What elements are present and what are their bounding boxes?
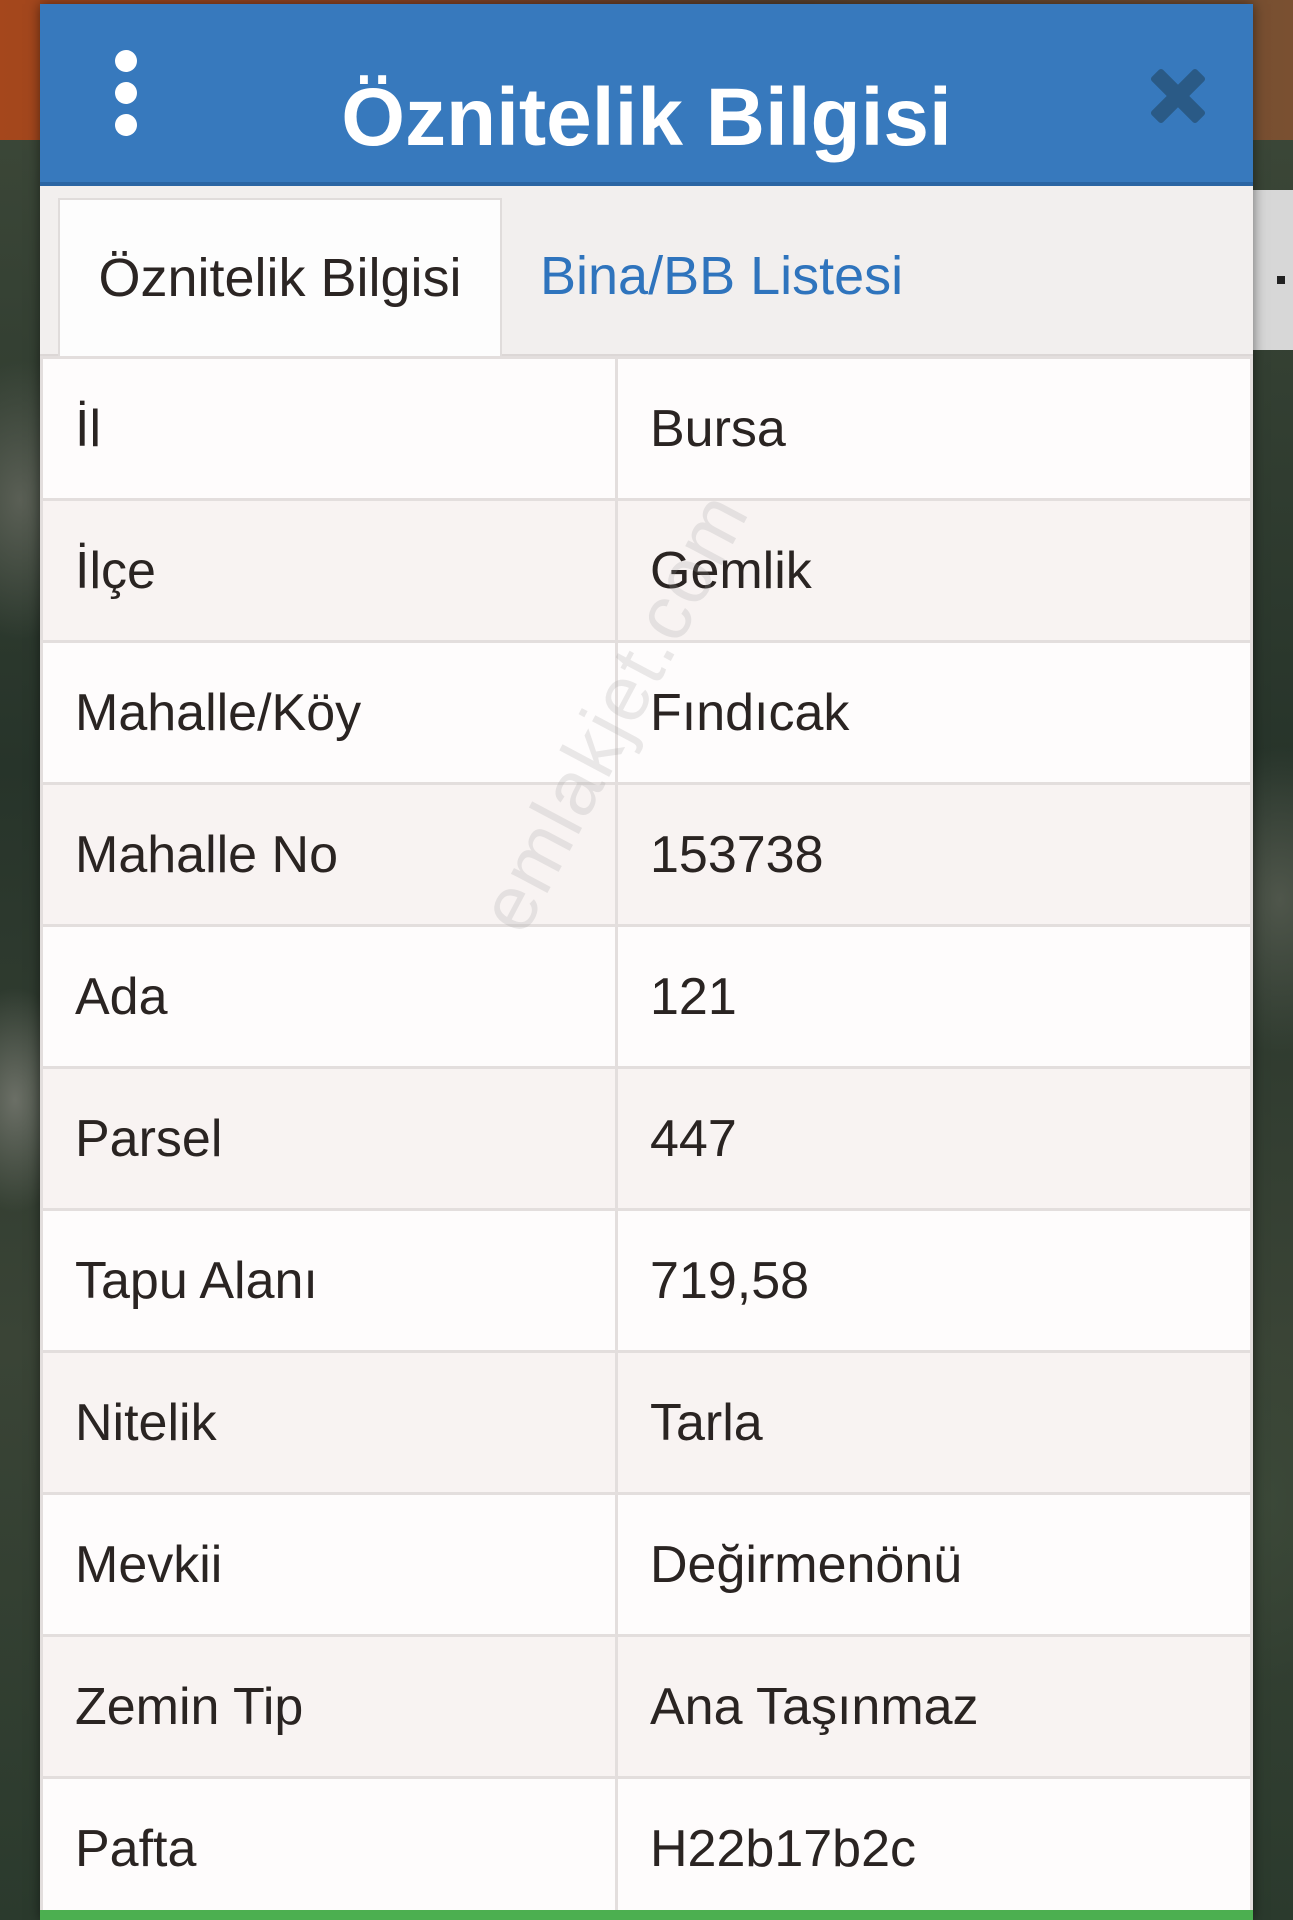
attribute-value: H22b17b2c [615, 1776, 1253, 1920]
attribute-value: Tarla [615, 1350, 1253, 1495]
tab-bar: Öznitelik Bilgisi Bina/BB Listesi [40, 186, 1253, 356]
attribute-value: Gemlik [615, 498, 1253, 643]
attribute-info-dialog: Öznitelik Bilgisi Öznitelik Bilgisi Bina… [40, 4, 1253, 1920]
attribute-value: 719,58 [615, 1208, 1253, 1353]
table-row: Mahalle/Köy Fındıcak [40, 640, 1253, 785]
table-row: İlçe Gemlik [40, 498, 1253, 643]
attribute-table: İl Bursa İlçe Gemlik Mahalle/Köy Fındıca… [40, 356, 1253, 1920]
attribute-value: Ana Taşınmaz [615, 1634, 1253, 1779]
attribute-key: Parsel [40, 1066, 618, 1211]
attribute-key: Zemin Tip [40, 1634, 618, 1779]
attribute-value: 447 [615, 1066, 1253, 1211]
attribute-value: 121 [615, 924, 1253, 1069]
attribute-key: Pafta [40, 1776, 618, 1920]
dialog-footer-bar [40, 1910, 1253, 1920]
table-row: Pafta H22b17b2c [40, 1776, 1253, 1920]
tab-building-list[interactable]: Bina/BB Listesi [540, 198, 903, 354]
attribute-value: 153738 [615, 782, 1253, 927]
map-side-marker [1277, 276, 1285, 284]
tab-attribute-info[interactable]: Öznitelik Bilgisi [58, 198, 502, 356]
dialog-header: Öznitelik Bilgisi [40, 4, 1253, 186]
attribute-value: Fındıcak [615, 640, 1253, 785]
attribute-value: Bursa [615, 356, 1253, 501]
attribute-value: Değirmenönü [615, 1492, 1253, 1637]
table-row: Nitelik Tarla [40, 1350, 1253, 1495]
attribute-key: Tapu Alanı [40, 1208, 618, 1353]
attribute-key: İl [40, 356, 618, 501]
table-row: Ada 121 [40, 924, 1253, 1069]
attribute-key: Mahalle No [40, 782, 618, 927]
attribute-key: Mevkii [40, 1492, 618, 1637]
close-icon[interactable] [1144, 62, 1212, 130]
table-row: Parsel 447 [40, 1066, 1253, 1211]
attribute-key: Nitelik [40, 1350, 618, 1495]
table-row: Mevkii Değirmenönü [40, 1492, 1253, 1637]
menu-dot [115, 50, 137, 72]
attribute-key: Mahalle/Köy [40, 640, 618, 785]
table-row: Mahalle No 153738 [40, 782, 1253, 927]
attribute-key: Ada [40, 924, 618, 1069]
table-row: Tapu Alanı 719,58 [40, 1208, 1253, 1353]
attribute-key: İlçe [40, 498, 618, 643]
table-row: Zemin Tip Ana Taşınmaz [40, 1634, 1253, 1779]
table-row: İl Bursa [40, 356, 1253, 501]
map-side-panel [1253, 190, 1293, 350]
dialog-title: Öznitelik Bilgisi [341, 72, 952, 163]
